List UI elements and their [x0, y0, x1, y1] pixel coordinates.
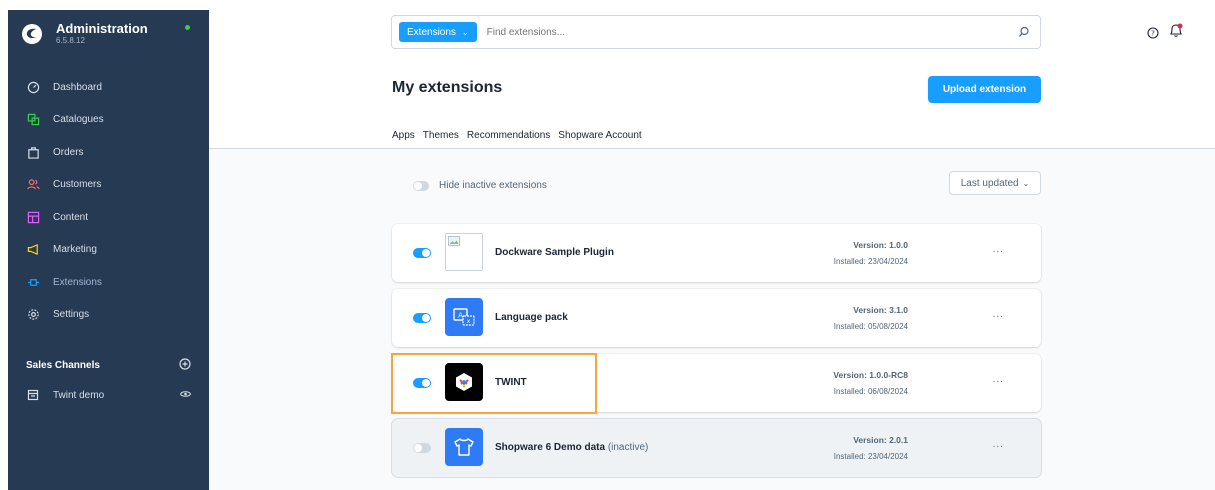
broken-image-icon — [445, 233, 483, 271]
extension-installed-date: Installed: 06/08/2024 — [833, 387, 908, 396]
tab-shopware-account[interactable]: Shopware Account — [558, 130, 641, 147]
sidebar-item-content[interactable]: Content — [8, 201, 209, 234]
hide-inactive-switch[interactable] — [413, 180, 429, 191]
extension-version: Version: 1.0.0-RC8 — [833, 370, 908, 380]
sidebar-item-label: Customers — [53, 179, 102, 191]
sort-label: Last updated — [960, 177, 1019, 189]
status-dot — [185, 25, 190, 30]
extension-card: TWINT Version: 1.0.0-RC8 Installed: 06/0… — [392, 354, 1041, 412]
sidebar-item-label: Dashboard — [53, 81, 102, 93]
extension-version: Version: 1.0.0 — [853, 240, 908, 250]
bell-icon[interactable] — [1169, 23, 1183, 43]
svg-text:?: ? — [1151, 30, 1155, 38]
extension-active-switch[interactable] — [413, 248, 431, 258]
extensions-icon — [26, 275, 40, 289]
sidebar-item-catalogues[interactable]: Catalogues — [8, 104, 209, 137]
shopware-logo-icon — [20, 22, 44, 46]
sidebar-item-label: Orders — [53, 146, 84, 158]
extension-name: Dockware Sample Plugin — [495, 247, 614, 258]
topbar: Extensions ⌄ ? — [209, 0, 1215, 60]
extension-installed-date: Installed: 23/04/2024 — [833, 452, 908, 461]
tab-recommendations[interactable]: Recommendations — [467, 130, 550, 147]
sidebar-item-label: Settings — [53, 309, 90, 321]
extension-installed-date: Installed: 23/04/2024 — [833, 257, 908, 266]
customers-icon — [26, 178, 40, 192]
page-title: My extensions — [392, 79, 503, 96]
extension-version: Version: 2.0.1 — [853, 435, 908, 445]
brand[interactable]: Administration 6.5.8.12 — [8, 10, 209, 58]
search-icon[interactable] — [1018, 25, 1030, 43]
sidebar: Administration 6.5.8.12 Dashboard Catalo… — [8, 10, 209, 490]
hide-inactive-toggle[interactable]: Hide inactive extensions — [413, 180, 547, 191]
add-sales-channel-icon[interactable] — [179, 358, 191, 373]
svg-text:x: x — [467, 318, 471, 325]
sidebar-item-label: Catalogues — [53, 114, 104, 126]
more-actions-button[interactable]: ... — [993, 309, 1004, 320]
sales-channel-twint-demo[interactable]: Twint demo — [26, 388, 192, 402]
extension-name-text: Shopware 6 Demo data — [495, 442, 606, 453]
sidebar-item-orders[interactable]: Orders — [8, 136, 209, 169]
extension-name: Shopware 6 Demo data (inactive) — [495, 442, 648, 453]
sidebar-item-settings[interactable]: Settings — [8, 299, 209, 332]
brand-title: Administration — [56, 21, 148, 36]
svg-text:A: A — [458, 312, 463, 320]
sidebar-item-label: Content — [53, 211, 89, 223]
sort-select[interactable]: Last updated ⌄ — [949, 171, 1041, 195]
search-type-label: Extensions — [407, 26, 456, 38]
extension-card: Ax Language pack Version: 3.1.0 Installe… — [392, 289, 1041, 347]
more-actions-button[interactable]: ... — [993, 244, 1004, 255]
upload-extension-button[interactable]: Upload extension — [928, 76, 1041, 103]
extension-active-switch[interactable] — [413, 378, 431, 388]
more-actions-button[interactable]: ... — [993, 374, 1004, 385]
inactive-tag: (inactive) — [607, 442, 649, 453]
search-bar: Extensions ⌄ — [391, 15, 1041, 49]
extension-active-switch[interactable] — [413, 443, 431, 453]
twint-logo-icon — [445, 363, 483, 401]
chevron-down-icon: ⌄ — [1022, 178, 1030, 188]
catalogues-icon — [26, 113, 40, 127]
search-type-dropdown[interactable]: Extensions ⌄ — [399, 22, 477, 42]
sales-channels-header: Sales Channels — [26, 358, 191, 373]
eye-icon[interactable] — [179, 390, 192, 401]
content-icon — [26, 210, 40, 224]
orders-icon — [26, 145, 40, 159]
language-pack-icon: Ax — [445, 298, 483, 336]
extension-installed-date: Installed: 05/08/2024 — [833, 322, 908, 331]
tab-themes[interactable]: Themes — [423, 130, 459, 147]
settings-icon — [26, 308, 40, 322]
more-actions-button[interactable]: ... — [993, 439, 1004, 450]
left-strip — [0, 0, 8, 490]
tabs: Apps Themes Recommendations Shopware Acc… — [392, 130, 650, 150]
sales-channel-label: Twint demo — [53, 389, 105, 401]
sidebar-item-marketing[interactable]: Marketing — [8, 234, 209, 267]
sidebar-item-dashboard[interactable]: Dashboard — [8, 71, 209, 104]
dashboard-icon — [26, 80, 40, 94]
search-input[interactable] — [486, 26, 967, 38]
sidebar-item-label: Extensions — [53, 276, 102, 288]
hide-inactive-label: Hide inactive extensions — [439, 180, 547, 191]
extension-card: Dockware Sample Plugin Version: 1.0.0 In… — [392, 224, 1041, 282]
extension-card: Shopware 6 Demo data (inactive) Version:… — [392, 419, 1041, 477]
extension-name: TWINT — [495, 377, 527, 388]
sidebar-item-label: Marketing — [53, 244, 97, 256]
marketing-icon — [26, 243, 40, 257]
sidebar-item-extensions[interactable]: Extensions — [8, 266, 209, 299]
extension-name: Language pack — [495, 312, 568, 323]
sidebar-item-customers[interactable]: Customers — [8, 169, 209, 202]
help-icon[interactable]: ? — [1147, 26, 1159, 44]
tab-apps[interactable]: Apps — [392, 130, 415, 150]
tshirt-icon — [445, 428, 483, 466]
chevron-down-icon: ⌄ — [461, 27, 469, 37]
sales-channels-label: Sales Channels — [26, 360, 100, 371]
extension-active-switch[interactable] — [413, 313, 431, 323]
extension-version: Version: 3.1.0 — [853, 305, 908, 315]
storefront-icon — [26, 388, 40, 402]
main-nav: Dashboard Catalogues Orders Customers Co… — [8, 71, 209, 331]
brand-version: 6.5.8.12 — [56, 36, 85, 45]
